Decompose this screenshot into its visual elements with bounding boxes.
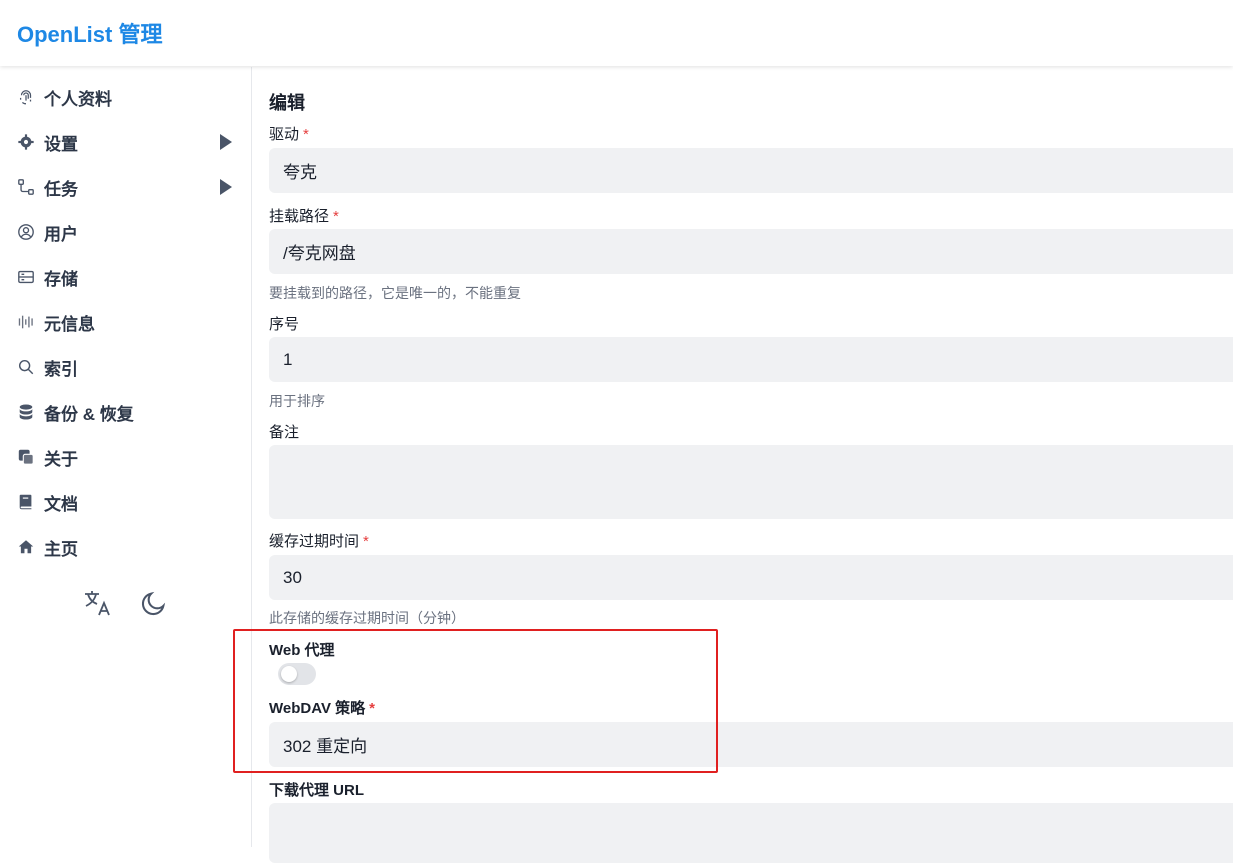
app-header: OpenList 管理 xyxy=(0,0,1233,66)
cache-expiration-field[interactable]: 30 xyxy=(269,555,1233,600)
driver-select[interactable]: 夸克 xyxy=(269,148,1233,193)
app-title[interactable]: OpenList 管理 xyxy=(17,17,162,49)
sidebar-item-settings[interactable]: 设置 xyxy=(16,127,236,157)
mount-path-help: 要挂载到的路径，它是唯一的，不能重复 xyxy=(269,285,521,301)
sidebar-item-index[interactable]: 索引 xyxy=(16,352,236,382)
sidebar-item-label: 个人资料 xyxy=(44,89,112,109)
sidebar-item-metadata[interactable]: 元信息 xyxy=(16,307,236,337)
order-field[interactable]: 1 xyxy=(269,337,1233,382)
sidebar-item-label: 元信息 xyxy=(44,314,95,334)
sidebar-item-label: 设置 xyxy=(44,134,78,154)
sidebar-item-label: 主页 xyxy=(44,539,78,559)
order-label: 序号 xyxy=(269,316,300,333)
cache-expiration-label: 缓存过期时间 * xyxy=(269,533,369,550)
translate-icon[interactable] xyxy=(82,587,114,619)
sidebar-item-users[interactable]: 用户 xyxy=(16,217,236,247)
sidebar-item-label: 备份 & 恢复 xyxy=(44,404,134,424)
remark-label: 备注 xyxy=(269,424,300,441)
expand-arrow-icon[interactable] xyxy=(220,179,232,195)
web-proxy-label: Web 代理 xyxy=(269,642,335,659)
book-icon xyxy=(16,492,36,512)
sidebar-item-label: 文档 xyxy=(44,494,78,514)
sidebar-item-label: 任务 xyxy=(44,179,78,199)
webdav-policy-select[interactable]: 302 重定向 xyxy=(269,722,1233,767)
mount-path-label: 挂载路径 * xyxy=(269,208,339,225)
webdav-policy-label: WebDAV 策略 * xyxy=(269,700,375,717)
sidebar-item-docs[interactable]: 文档 xyxy=(16,487,236,517)
driver-label: 驱动 * xyxy=(269,126,309,143)
download-proxy-url-field[interactable] xyxy=(269,803,1233,863)
user-circle-icon xyxy=(16,222,36,242)
sidebar-item-about[interactable]: 关于 xyxy=(16,442,236,472)
sidebar-item-backup-restore[interactable]: 备份 & 恢复 xyxy=(16,397,236,427)
main-content: 编辑 驱动 * 夸克 挂载路径 * /夸克网盘 要挂载到的路径，它是唯一的，不能重复… xyxy=(253,67,1233,863)
workflow-icon xyxy=(16,177,36,197)
sidebar-bottom-actions xyxy=(82,587,170,619)
metadata-icon xyxy=(16,312,36,332)
order-help: 用于排序 xyxy=(269,393,325,409)
storage-icon xyxy=(16,267,36,287)
mount-path-field[interactable]: /夸克网盘 xyxy=(269,229,1233,274)
download-proxy-url-label: 下载代理 URL xyxy=(269,782,364,799)
sidebar-item-label: 关于 xyxy=(44,449,78,469)
home-icon xyxy=(16,537,36,557)
sidebar-item-tasks[interactable]: 任务 xyxy=(16,172,236,202)
expand-arrow-icon[interactable] xyxy=(220,134,232,150)
sidebar-item-label: 用户 xyxy=(44,224,78,244)
sidebar-item-home[interactable]: 主页 xyxy=(16,532,236,562)
sidebar-item-profile[interactable]: 个人资料 xyxy=(16,82,236,112)
sidebar-item-label: 索引 xyxy=(44,359,78,379)
cache-expiration-help: 此存储的缓存过期时间（分钟） xyxy=(269,610,465,626)
sidebar-item-storage[interactable]: 存储 xyxy=(16,262,236,292)
fingerprint-icon xyxy=(16,87,36,107)
copy-icon xyxy=(16,447,36,467)
moon-icon[interactable] xyxy=(138,587,170,619)
database-icon xyxy=(16,402,36,422)
sidebar: 个人资料 设置 任务 用户 存储 元信息 索引 备份 & 恢复 关于 文档 主页 xyxy=(0,67,252,847)
page-title: 编辑 xyxy=(269,93,305,113)
web-proxy-toggle[interactable] xyxy=(278,663,316,685)
sidebar-item-label: 存储 xyxy=(44,269,78,289)
search-icon xyxy=(16,357,36,377)
toggle-knob xyxy=(281,666,297,682)
gear-icon xyxy=(16,132,36,152)
remark-textarea[interactable] xyxy=(269,445,1233,519)
